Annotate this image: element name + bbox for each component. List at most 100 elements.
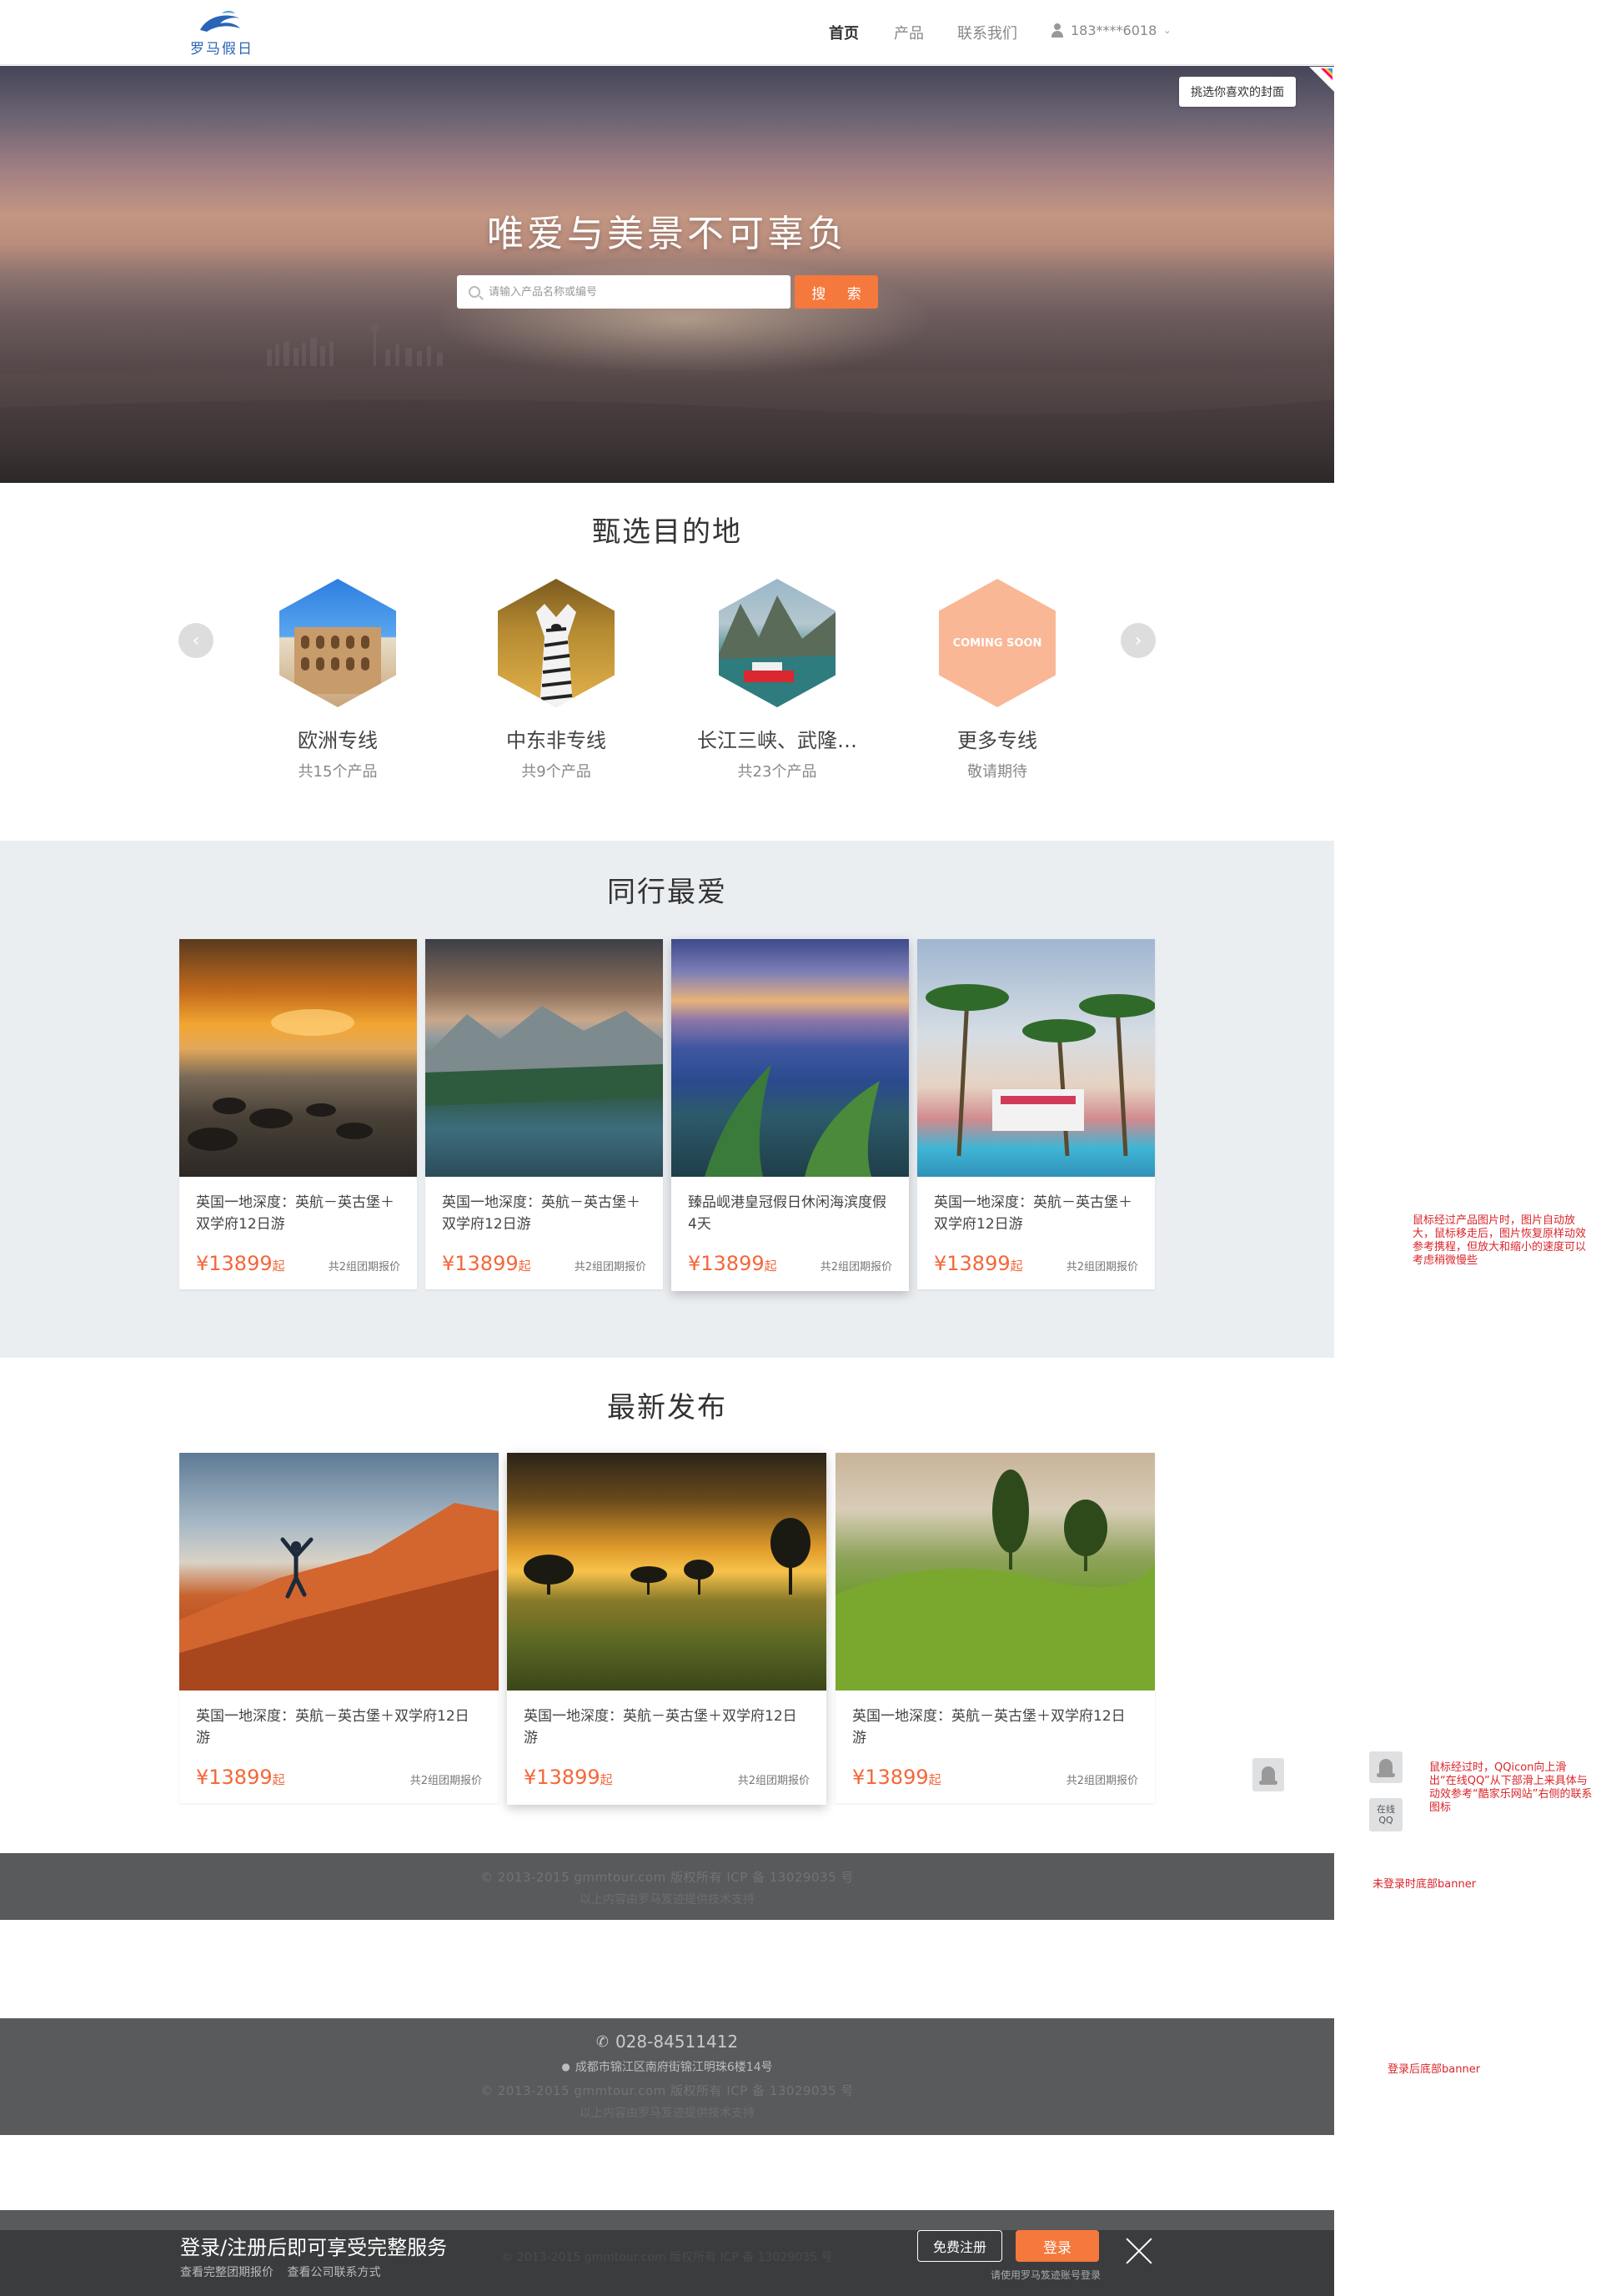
location-pin-icon: ● [561, 2061, 570, 2072]
choose-cover-button[interactable]: 挑选你喜欢的封面 [1179, 77, 1296, 107]
nav-products[interactable]: 产品 [894, 22, 924, 43]
card-footer: ¥13899起 共2组团期报价 [934, 1252, 1138, 1275]
card-body: 英国一地深度：英航－英古堡＋双学府12日游 ¥13899起 共2组团期报价 [179, 1691, 499, 1789]
product-card[interactable]: 臻品岘港皇冠假日休闲海滨度假4天 ¥13899起 共2组团期报价 [671, 939, 909, 1291]
qq-icon [1377, 1759, 1395, 1777]
mountain-lake-image [425, 939, 663, 1177]
price-unit: 起 [518, 1259, 531, 1274]
card-footer: ¥13899起 共2组团期报价 [196, 1252, 400, 1275]
product-card[interactable]: 英国一地深度：英航－英古堡＋双学府12日游 ¥13899起 共2组团期报价 [179, 939, 417, 1289]
product-title: 英国一地深度：英航－英古堡＋双学府12日游 [442, 1194, 640, 1233]
product-card[interactable]: 英国一地深度：英航－英古堡＋双学府12日游 ¥13899起 共2组团期报价 [507, 1453, 826, 1805]
annotation-banner-logged-out: 未登录时底部banner [1373, 1878, 1477, 1891]
destination-count: 敬请期待 [967, 763, 1027, 781]
floating-qq-button[interactable] [1252, 1758, 1284, 1791]
card-footer: ¥13899起 共2组团期报价 [688, 1252, 892, 1275]
carousel-prev-button[interactable]: ‹ [178, 623, 213, 658]
login-bar-top-strip [0, 2210, 1334, 2230]
quote-count: 共2组团期报价 [1066, 1261, 1138, 1274]
destination-middle-east-africa[interactable]: 中东非专线 共9个产品 [456, 579, 656, 781]
user-menu[interactable]: 183****6018 ⌄ [1051, 23, 1171, 38]
destination-count: 共9个产品 [521, 763, 591, 781]
annotation-product-hover: 鼠标经过产品图片时，图片自动放大，鼠标移走后，图片恢复原样动效参考携程，但放大和… [1413, 1214, 1587, 1267]
footer-tech-support: 以上内容由罗马笈迹提供技术支持 [580, 2107, 755, 2120]
destination-name: 更多专线 [957, 729, 1037, 752]
close-icon[interactable] [1124, 2235, 1154, 2265]
coming-soon-badge: COMING SOON [939, 579, 1056, 707]
login-bar-title: 登录/注册后即可享受完整服务 [180, 2236, 448, 2259]
product-price: ¥13899起 [196, 1252, 285, 1275]
search-input[interactable] [489, 285, 772, 299]
card-footer: ¥13899起 共2组团期报价 [524, 1766, 810, 1789]
logo[interactable]: 罗马假日 [188, 8, 263, 58]
phone-number: 028-84511412 [615, 2032, 739, 2052]
chevron-left-icon: ‹ [192, 630, 200, 651]
side-qq-online-button[interactable]: 在线QQ [1369, 1798, 1403, 1831]
destination-count: 共23个产品 [737, 763, 817, 781]
product-title: 英国一地深度：英航－英古堡＋双学府12日游 [852, 1708, 1126, 1746]
card-footer: ¥13899起 共2组团期报价 [196, 1766, 482, 1789]
price-unit: 起 [764, 1259, 777, 1274]
colosseum-image [279, 579, 396, 707]
quote-count: 共2组团期报价 [574, 1261, 646, 1274]
footer-address: ● 成都市锦江区南府街锦江明珠6楼14号 [0, 2058, 1334, 2075]
card-body: 英国一地深度：英航－英古堡＋双学府12日游 ¥13899起 共2组团期报价 [425, 1177, 663, 1275]
destination-yangtze[interactable]: 长江三峡、武隆… 共23个产品 [677, 579, 877, 781]
color-picker-icon[interactable] [1309, 67, 1334, 92]
phone-icon: ✆ [595, 2032, 609, 2051]
product-card[interactable]: 英国一地深度：英航－英古堡＋双学府12日游 ¥13899起 共2组团期报价 [836, 1453, 1155, 1803]
red-rock-hiker-image [179, 1453, 499, 1691]
savanna-sunset-image [507, 1453, 826, 1691]
footer-phone: ✆ 028-84511412 [0, 2032, 1334, 2052]
dolphin-logo-icon [200, 11, 240, 32]
quote-count: 共2组团期报价 [1066, 1775, 1138, 1787]
hero-title: 唯爱与美景不可辜负 [487, 213, 847, 255]
destination-more[interactable]: COMING SOON 更多专线 敬请期待 [897, 579, 1097, 781]
destination-name: 长江三峡、武隆… [697, 729, 857, 752]
price-value: ¥13899 [196, 1252, 273, 1275]
login-bar-benefits: 查看完整团期报价 查看公司联系方式 [180, 2263, 380, 2280]
user-phone: 183****6018 [1071, 23, 1157, 38]
price-unit: 起 [272, 1259, 285, 1274]
favorites-title: 同行最爱 [607, 876, 727, 909]
product-price: ¥13899起 [934, 1252, 1023, 1275]
city-skyline-illustration [0, 283, 1334, 483]
search-button[interactable]: 搜 索 [795, 275, 878, 309]
card-body: 英国一地深度：英航－英古堡＋双学府12日游 ¥13899起 共2组团期报价 [917, 1177, 1155, 1275]
annotation-banner-logged-in: 登录后底部banner [1388, 2063, 1481, 2076]
online-qq-label: 在线QQ [1377, 1804, 1395, 1826]
address-text: 成都市锦江区南府街锦江明珠6楼14号 [575, 2061, 773, 2074]
chevron-down-icon: ⌄ [1163, 25, 1172, 36]
price-value: ¥13899 [196, 1766, 273, 1789]
register-button[interactable]: 免费注册 [917, 2230, 1002, 2262]
price-unit: 起 [1010, 1259, 1023, 1274]
benefit-quotes: 查看完整团期报价 [180, 2266, 274, 2279]
annotation-qq-hover: 鼠标经过时，QQicon向上滑出“在线QQ”从下部滑上来具体与动效参考“酷家乐网… [1429, 1761, 1593, 1814]
price-value: ¥13899 [524, 1766, 600, 1789]
benefit-contact: 查看公司联系方式 [287, 2266, 381, 2279]
login-button[interactable]: 登录 [1016, 2230, 1099, 2262]
search-box [457, 275, 790, 309]
three-gorges-image [719, 579, 836, 707]
carousel-next-button[interactable]: › [1121, 623, 1156, 658]
price-unit: 起 [928, 1772, 941, 1787]
price-value: ¥13899 [442, 1252, 519, 1275]
footer-logged-in: ✆ 028-84511412 ● 成都市锦江区南府街锦江明珠6楼14号 © 20… [0, 2018, 1334, 2135]
footer-tech-support: 以上内容由罗马笈迹提供技术支持 [580, 1893, 755, 1907]
hero-banner [0, 66, 1334, 483]
price-unit: 起 [600, 1772, 613, 1787]
destination-europe[interactable]: 欧洲专线 共15个产品 [238, 579, 438, 781]
nav-home[interactable]: 首页 [829, 22, 859, 43]
side-qq-button[interactable] [1369, 1751, 1403, 1783]
product-card[interactable]: 英国一地深度：英航－英古堡＋双学府12日游 ¥13899起 共2组团期报价 [179, 1453, 499, 1803]
sea-rocks-image [671, 939, 909, 1177]
nav-contact[interactable]: 联系我们 [957, 22, 1017, 43]
card-body: 臻品岘港皇冠假日休闲海滨度假4天 ¥13899起 共2组团期报价 [671, 1177, 909, 1275]
product-card[interactable]: 英国一地深度：英航－英古堡＋双学府12日游 ¥13899起 共2组团期报价 [425, 939, 663, 1289]
card-body: 英国一地深度：英航－英古堡＋双学府12日游 ¥13899起 共2组团期报价 [836, 1691, 1155, 1789]
quote-count: 共2组团期报价 [737, 1775, 810, 1787]
destination-name: 中东非专线 [506, 729, 606, 752]
product-card[interactable]: 英国一地深度：英航－英古堡＋双学府12日游 ¥13899起 共2组团期报价 [917, 939, 1155, 1289]
destination-count: 共15个产品 [298, 763, 378, 781]
quote-count: 共2组团期报价 [328, 1261, 400, 1274]
